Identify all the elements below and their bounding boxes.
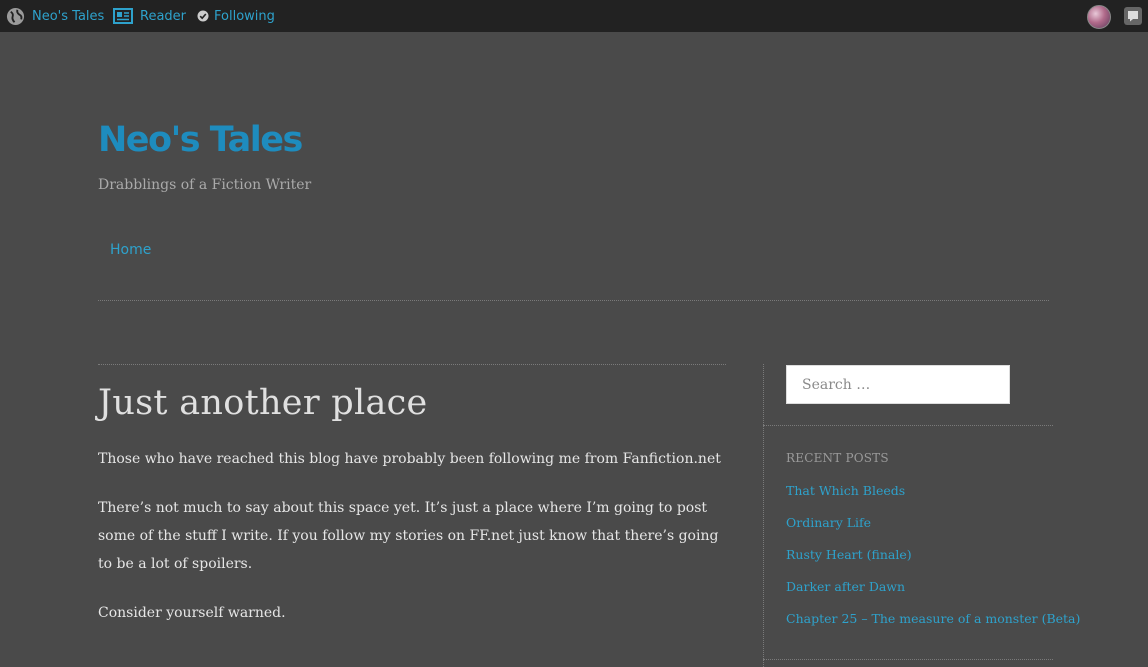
reader-icon <box>113 8 133 24</box>
site-title[interactable]: Neo's Tales <box>98 118 303 162</box>
recent-post-link[interactable]: That Which Bleeds <box>786 483 905 498</box>
recent-post-link[interactable]: Darker after Dawn <box>786 579 905 594</box>
checkmark-circle-icon <box>197 10 209 22</box>
header-divider <box>98 300 1049 301</box>
list-item: Rusty Heart (finale) <box>786 545 1080 577</box>
post-paragraph: Consider yourself warned. <box>98 605 286 621</box>
list-item: Chapter 25 – The measure of a monster (B… <box>786 609 1080 641</box>
list-item: Ordinary Life <box>786 513 1080 545</box>
recent-posts-divider <box>763 659 1053 660</box>
list-item: That Which Bleeds <box>786 481 1080 513</box>
post-content: Those who have reached this blog have pr… <box>98 445 728 648</box>
list-item: Darker after Dawn <box>786 577 1080 609</box>
recent-post-link[interactable]: Ordinary Life <box>786 515 871 530</box>
post-title[interactable]: Just another place <box>98 380 428 426</box>
search-divider <box>763 425 1053 426</box>
admin-bar-reader-label: Reader <box>140 8 187 24</box>
admin-bar-site-label: Neo's Tales <box>32 8 105 24</box>
post-paragraph: There’s not much to say about this space… <box>98 500 719 572</box>
sidebar-divider <box>763 364 764 667</box>
admin-bar-site-link[interactable]: Neo's Tales <box>6 0 104 32</box>
admin-bar-following-link[interactable]: Following <box>197 0 275 32</box>
nav-item-home[interactable]: Home <box>110 242 151 258</box>
post-paragraph: Those who have reached this blog have pr… <box>98 451 721 467</box>
wordpress-globe-icon <box>6 7 25 26</box>
recent-posts-heading: RECENT POSTS <box>786 451 889 465</box>
recent-post-link[interactable]: Rusty Heart (finale) <box>786 547 912 562</box>
site-tagline: Drabblings of a Fiction Writer <box>98 177 312 193</box>
recent-posts-list: That Which Bleeds Ordinary Life Rusty He… <box>786 481 1080 641</box>
notifications-icon[interactable] <box>1124 7 1142 25</box>
user-avatar[interactable] <box>1087 5 1111 29</box>
admin-bar-reader-link[interactable]: Reader <box>113 0 186 32</box>
admin-bar: Neo's Tales Reader Following <box>0 0 1148 32</box>
search-input[interactable] <box>786 365 1010 404</box>
recent-post-link[interactable]: Chapter 25 – The measure of a monster (B… <box>786 611 1080 626</box>
admin-bar-following-label: Following <box>214 8 275 24</box>
post-top-divider <box>98 364 726 365</box>
